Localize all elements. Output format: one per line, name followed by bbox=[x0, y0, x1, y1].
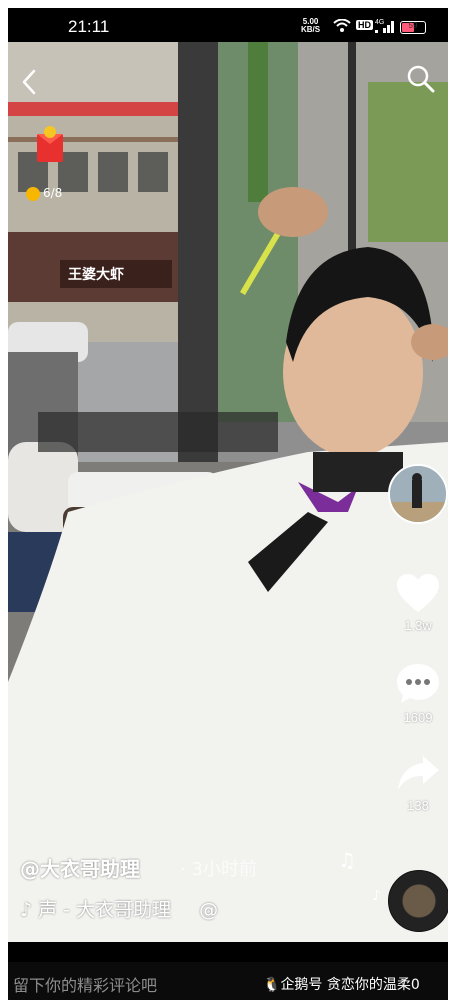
floating-note-icon: ♫ bbox=[338, 848, 356, 872]
back-arrow-icon[interactable] bbox=[20, 68, 38, 96]
penguin-icon: 🐧 bbox=[263, 977, 281, 993]
author-avatar[interactable] bbox=[388, 464, 448, 524]
phone-screen: 21:11 5.00 KB/S HD 4G 59 王婆大虾 6/8 1.3w 1… bbox=[8, 8, 448, 1000]
hd-badge: HD bbox=[356, 20, 373, 30]
heart-icon bbox=[397, 574, 439, 612]
music-title-tail: @ bbox=[199, 899, 219, 921]
post-time: · 3小时前 bbox=[180, 859, 257, 880]
music-info[interactable]: ♪ 声 - 大衣哥助理 @ bbox=[20, 895, 218, 922]
coin-icon bbox=[26, 186, 40, 201]
comment-input[interactable]: 留下你的精彩评论吧 bbox=[13, 972, 157, 996]
music-note-icon: ♪ bbox=[20, 899, 33, 921]
battery-text: 59 bbox=[408, 21, 418, 30]
comment-count: 1609 bbox=[403, 710, 433, 725]
watermark: 🐧企鹅号 贪恋你的温柔0 bbox=[263, 974, 420, 994]
share-icon bbox=[398, 756, 439, 790]
red-packet-progress: 6/8 bbox=[26, 186, 62, 201]
like-count: 1.3w bbox=[404, 618, 432, 633]
watermark-text: 企鹅号 贪恋你的温柔0 bbox=[280, 977, 420, 993]
battery-icon: 59 bbox=[400, 21, 426, 34]
red-packet-icon[interactable] bbox=[35, 126, 65, 164]
comment-icon bbox=[397, 664, 439, 703]
wifi-icon bbox=[333, 19, 351, 32]
floating-note-icon-small: ♪ bbox=[372, 888, 381, 904]
like-action[interactable]: 1.3w bbox=[388, 572, 448, 633]
status-bar: 21:11 5.00 KB/S HD 4G 59 bbox=[8, 8, 448, 42]
signal-icon: 4G bbox=[375, 19, 394, 33]
red-packet-progress-text: 6/8 bbox=[43, 186, 63, 200]
avatar-image bbox=[390, 466, 446, 522]
comment-action[interactable]: 1609 bbox=[388, 662, 448, 725]
shop-sign-text: 王婆大虾 bbox=[68, 266, 124, 283]
share-count: 138 bbox=[407, 798, 429, 813]
share-action[interactable]: 138 bbox=[388, 752, 448, 813]
music-title: 声 - 大衣哥助理 bbox=[38, 899, 172, 921]
status-time: 21:11 bbox=[68, 17, 110, 36]
network-type: 4G bbox=[375, 19, 384, 26]
search-icon[interactable] bbox=[406, 64, 436, 94]
author-name[interactable]: @大衣哥助理 bbox=[20, 853, 140, 882]
net-speed-unit: KB/S bbox=[301, 25, 321, 34]
net-speed: 5.00 KB/S bbox=[301, 18, 320, 34]
video-player[interactable]: 王婆大虾 6/8 1.3w 1609 138 @大衣哥助理 · 3小时前 ♪ 声… bbox=[8, 42, 448, 942]
music-disc[interactable] bbox=[388, 870, 448, 932]
video-frame: 王婆大虾 bbox=[8, 42, 448, 942]
